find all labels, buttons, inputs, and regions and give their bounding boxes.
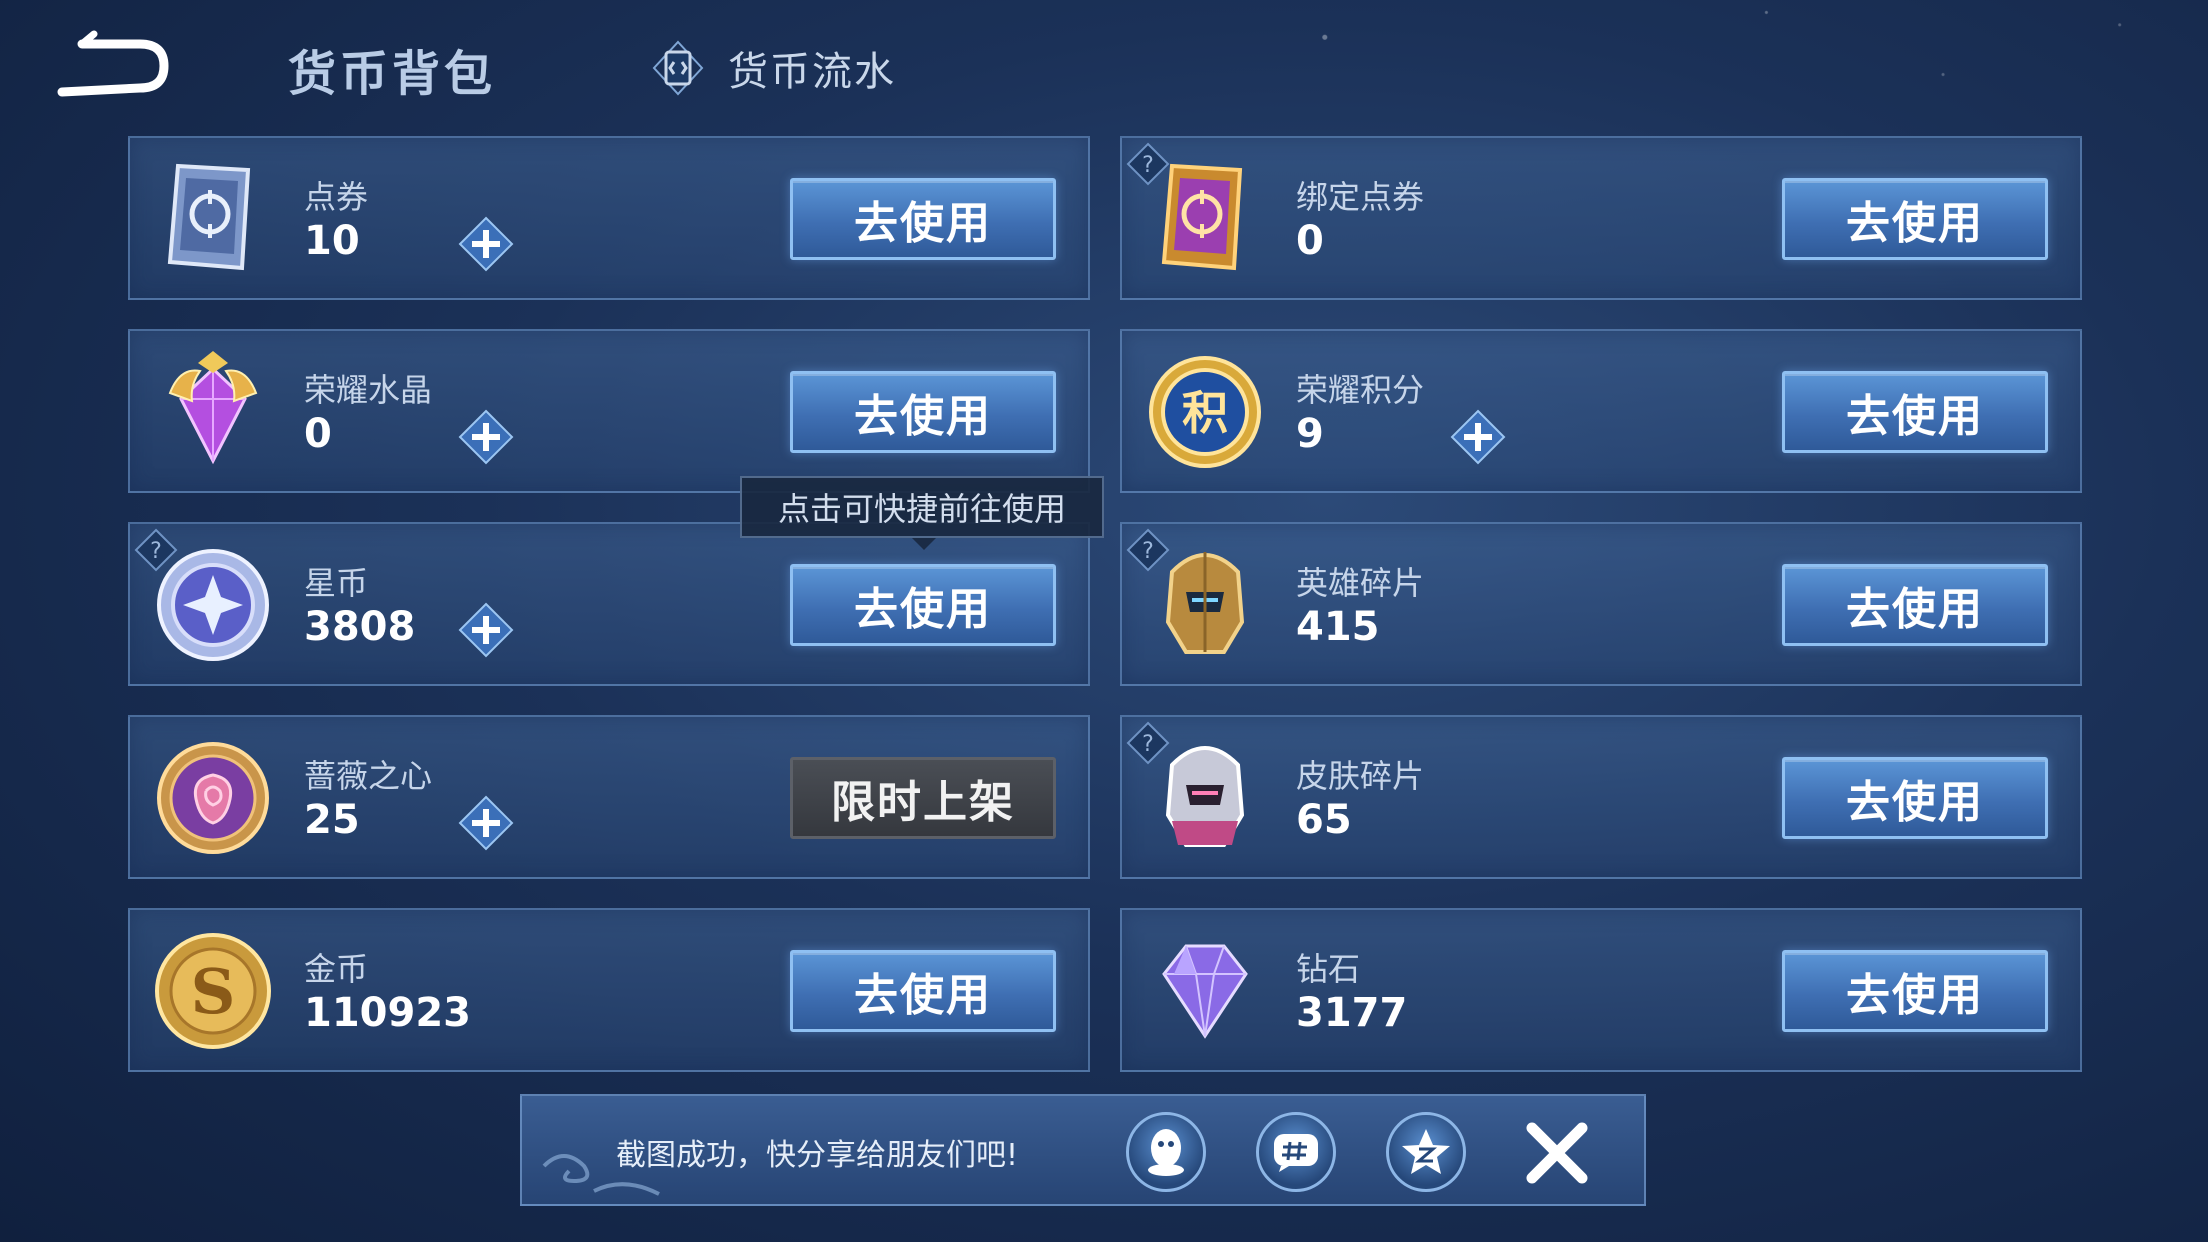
wechat-moments-icon [1274, 1134, 1318, 1172]
currency-card: 荣耀水晶 0 去使用 [128, 329, 1090, 493]
go-use-button[interactable]: 去使用 [790, 178, 1056, 260]
currency-card: 积 荣耀积分 9 去使用 [1120, 329, 2082, 493]
svg-text:S: S [191, 955, 236, 1028]
currency-name: 皮肤碎片 [1296, 757, 1425, 795]
go-use-button[interactable]: 去使用 [790, 371, 1056, 453]
share-message: 截图成功，快分享给朋友们吧! [616, 1138, 1019, 1173]
add-currency-button[interactable] [458, 795, 514, 851]
currency-name: 荣耀积分 [1296, 371, 1425, 409]
currency-amount: 9 [1296, 411, 1324, 457]
screenshot-share-bar: 截图成功，快分享给朋友们吧! [520, 1094, 1646, 1206]
currency-amount: 110923 [304, 990, 471, 1036]
go-use-button[interactable]: 去使用 [1782, 757, 2048, 839]
help-icon[interactable]: ? [1126, 142, 1170, 186]
currency-amount: 25 [304, 797, 360, 843]
help-icon[interactable]: ? [1126, 721, 1170, 765]
limited-time-button[interactable]: 限时上架 [790, 757, 1056, 839]
page-title: 货币背包 [288, 46, 497, 102]
currency-amount: 10 [304, 218, 360, 264]
currency-name: 荣耀水晶 [304, 371, 433, 409]
go-use-button[interactable]: 去使用 [1782, 178, 2048, 260]
currency-amount: 3808 [304, 604, 416, 650]
svg-text:?: ? [150, 539, 162, 564]
ledger-icon [652, 40, 704, 96]
currency-ledger-tab[interactable]: 货币流水 [650, 38, 896, 98]
qq-icon [1148, 1129, 1184, 1176]
currency-name: 金币 [304, 950, 369, 988]
currency-card: 蔷薇之心 25 限时上架 [128, 715, 1090, 879]
coupon-ticket-icon [150, 156, 276, 282]
currency-name: 星币 [304, 564, 369, 602]
glory-crystal-icon [150, 349, 276, 475]
go-use-button[interactable]: 去使用 [1782, 371, 2048, 453]
help-icon[interactable]: ? [134, 528, 178, 572]
svg-text:?: ? [1142, 539, 1154, 564]
currency-card: ? 皮肤碎片 65 去使用 [1120, 715, 2082, 879]
currency-amount: 0 [304, 411, 332, 457]
diamond-icon [1142, 928, 1268, 1054]
svg-text:?: ? [1142, 732, 1154, 757]
currency-amount: 65 [1296, 797, 1352, 843]
share-qq-button[interactable] [1126, 1112, 1206, 1192]
go-use-button[interactable]: 去使用 [790, 564, 1056, 646]
add-currency-button[interactable] [458, 602, 514, 658]
currency-amount: 3177 [1296, 990, 1408, 1036]
svg-text:积: 积 [1182, 386, 1228, 440]
currency-name: 点券 [304, 178, 369, 216]
close-icon [1526, 1122, 1588, 1184]
currency-card: ? 星币 3808 去使用 [128, 522, 1090, 686]
quick-use-tooltip: 点击可快捷前往使用 [740, 476, 1104, 550]
currency-card: S 金币 110923 去使用 [128, 908, 1090, 1072]
add-currency-button[interactable] [458, 216, 514, 272]
add-currency-button[interactable] [458, 409, 514, 465]
close-share-bar-button[interactable] [1522, 1118, 1592, 1188]
currency-card: ? 绑定点券 0 去使用 [1120, 136, 2082, 300]
glory-points-icon: 积 [1142, 349, 1268, 475]
share-wechat-moments-button[interactable] [1256, 1112, 1336, 1192]
help-icon[interactable]: ? [1126, 528, 1170, 572]
currency-name: 钻石 [1296, 950, 1361, 988]
currency-card: 钻石 3177 去使用 [1120, 908, 2082, 1072]
currency-card: ? 英雄碎片 415 去使用 [1120, 522, 2082, 686]
currency-name: 蔷薇之心 [304, 757, 433, 795]
currency-amount: 415 [1296, 604, 1380, 650]
go-use-button[interactable]: 去使用 [790, 950, 1056, 1032]
add-currency-button[interactable] [1450, 409, 1506, 465]
rose-heart-icon [150, 735, 276, 861]
ledger-tab-label: 货币流水 [728, 49, 896, 95]
svg-text:?: ? [1142, 153, 1154, 178]
qzone-icon [1402, 1129, 1450, 1174]
currency-card: 点券 10 去使用 [128, 136, 1090, 300]
share-qzone-button[interactable] [1386, 1112, 1466, 1192]
go-use-button[interactable]: 去使用 [1782, 564, 2048, 646]
currency-name: 英雄碎片 [1296, 564, 1425, 602]
currency-name: 绑定点券 [1296, 178, 1425, 216]
go-use-button[interactable]: 去使用 [1782, 950, 2048, 1032]
currency-amount: 0 [1296, 218, 1324, 264]
gold-coin-icon: S [150, 928, 276, 1054]
back-arrow-icon[interactable] [52, 30, 172, 100]
